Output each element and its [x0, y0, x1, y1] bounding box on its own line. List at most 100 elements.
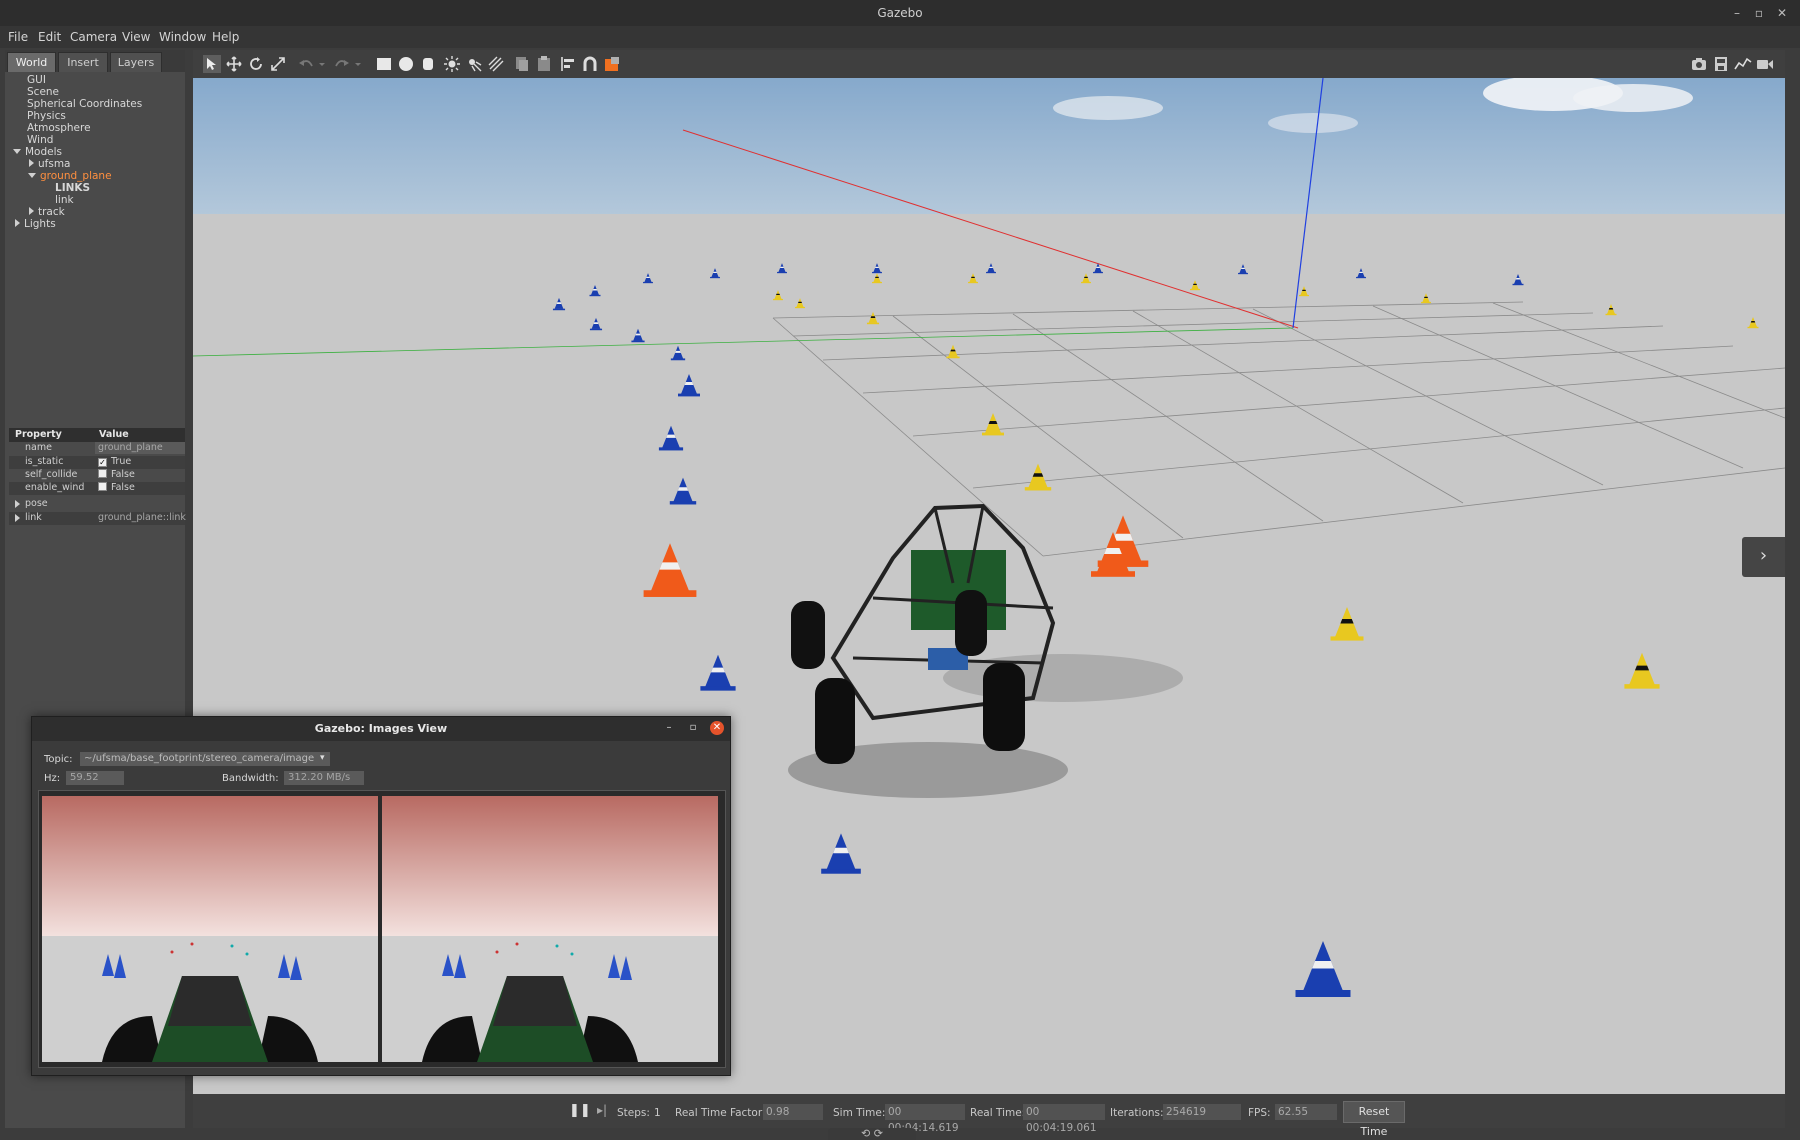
blue-cone — [700, 654, 736, 691]
collapse-arrow-icon[interactable] — [29, 159, 34, 167]
property-row-pose[interactable]: pose — [9, 498, 185, 511]
reset-time-button[interactable]: Reset Time — [1343, 1101, 1405, 1138]
tree-item-track[interactable]: track — [29, 206, 65, 218]
change-view-icon[interactable] — [603, 55, 621, 73]
blue-cone — [821, 833, 861, 874]
tree-item-gui[interactable]: GUI — [27, 74, 46, 86]
blue-cone — [678, 374, 700, 397]
tree-item-scene[interactable]: Scene — [27, 86, 59, 98]
blue-cone — [986, 263, 996, 274]
property-key: enable_wind — [25, 482, 85, 493]
cloud — [1053, 96, 1163, 120]
minimize-button[interactable]: – — [1728, 4, 1746, 22]
images-view-close-button[interactable]: ✕ — [710, 721, 724, 735]
tree-label: track — [38, 206, 65, 218]
redo-icon[interactable] — [333, 55, 351, 73]
expand-arrow-icon[interactable] — [28, 173, 36, 178]
property-row-link[interactable]: link ground_plane::link — [9, 512, 186, 525]
point-light-icon[interactable] — [443, 55, 461, 73]
checkbox-unchecked[interactable] — [98, 482, 107, 491]
tree-item-physics[interactable]: Physics — [27, 110, 66, 122]
chevron-down-icon[interactable]: ▾ — [320, 753, 325, 763]
undo-history-icon[interactable] — [317, 55, 327, 73]
yellow-cone — [1024, 463, 1052, 491]
tab-world[interactable]: World — [7, 52, 56, 72]
blue-cone — [670, 345, 686, 361]
select-mode-icon[interactable] — [203, 55, 221, 73]
translate-mode-icon[interactable] — [225, 55, 243, 73]
checkbox-checked[interactable]: ✓ — [98, 458, 107, 467]
scale-mode-icon[interactable] — [269, 55, 287, 73]
tree-item-wind[interactable]: Wind — [27, 134, 53, 146]
snap-icon[interactable] — [581, 55, 599, 73]
cylinder-icon[interactable] — [419, 55, 437, 73]
property-key: is_static — [25, 456, 64, 467]
copy-icon[interactable] — [513, 55, 531, 73]
maximize-button[interactable]: ▫ — [1750, 4, 1768, 22]
checkbox-unchecked[interactable] — [98, 469, 107, 478]
checkbox-label: False — [111, 482, 135, 493]
box-icon[interactable] — [375, 55, 393, 73]
sphere-icon[interactable] — [397, 55, 415, 73]
close-button[interactable]: ✕ — [1773, 4, 1791, 22]
blue-cone — [777, 263, 787, 274]
record-video-icon[interactable] — [1756, 55, 1774, 73]
collapse-arrow-icon[interactable] — [15, 219, 20, 227]
redo-history-icon[interactable] — [353, 55, 363, 73]
tree-item-models[interactable]: Models — [13, 146, 62, 158]
collapse-arrow-icon[interactable] — [29, 207, 34, 215]
tree-item-spherical-coordinates[interactable]: Spherical Coordinates — [27, 98, 142, 110]
right-panel-expander[interactable]: › — [1742, 537, 1785, 577]
tab-layers[interactable]: Layers — [110, 52, 162, 72]
property-value: ✓ True — [95, 456, 185, 468]
directional-light-icon[interactable] — [487, 55, 505, 73]
title-bar: Gazebo – ▫ ✕ — [0, 0, 1800, 26]
yellow-cone — [1421, 293, 1431, 304]
tree-item-link[interactable]: link — [55, 194, 74, 206]
menu-view[interactable]: View — [122, 30, 150, 44]
orange-cone — [643, 543, 697, 597]
y-axis-line — [193, 327, 1294, 357]
menu-window[interactable]: Window — [159, 30, 206, 44]
align-icon[interactable] — [559, 55, 577, 73]
tab-insert[interactable]: Insert — [58, 52, 108, 72]
images-view-maximize-button[interactable]: ▫ — [686, 721, 700, 735]
collapse-arrow-icon[interactable] — [15, 514, 20, 522]
images-view-minimize-button[interactable]: – — [662, 721, 676, 735]
tree-item-ground-plane[interactable]: ground_plane — [28, 170, 112, 182]
menu-help[interactable]: Help — [212, 30, 239, 44]
collapse-arrow-icon[interactable] — [15, 500, 20, 508]
menu-file[interactable]: File — [8, 30, 28, 44]
undo-icon[interactable] — [297, 55, 315, 73]
screenshot-icon[interactable] — [1690, 55, 1708, 73]
view-rotate-controls[interactable]: ⟲ ⟳ — [828, 1128, 916, 1140]
steps-value[interactable]: 1 — [654, 1107, 661, 1119]
yellow-cone — [1299, 286, 1309, 297]
pause-icon[interactable]: ❚❚ — [569, 1103, 591, 1118]
step-icon[interactable]: ▸| — [597, 1103, 607, 1117]
cloud — [1268, 113, 1358, 133]
yellow-cone — [968, 273, 978, 284]
checkbox-label: False — [111, 469, 135, 480]
blue-cone — [1512, 274, 1524, 286]
blue-cone — [669, 477, 697, 505]
property-value-field[interactable]: ground_plane — [95, 442, 185, 454]
log-icon[interactable] — [1712, 55, 1730, 73]
tree-item-atmosphere[interactable]: Atmosphere — [27, 122, 91, 134]
tree-item-ufsma[interactable]: ufsma — [29, 158, 70, 170]
hz-value: 59.52 — [66, 771, 124, 785]
images-view-titlebar[interactable]: Gazebo: Images View – ▫ ✕ — [32, 717, 730, 741]
rotate-mode-icon[interactable] — [247, 55, 265, 73]
paste-icon[interactable] — [535, 55, 553, 73]
plot-icon[interactable] — [1734, 55, 1752, 73]
spot-light-icon[interactable] — [465, 55, 483, 73]
property-key: self_collide — [25, 469, 78, 480]
sim-time-value: 00 00:04:14.619 — [885, 1104, 965, 1134]
panel-tabs: World Insert Layers — [5, 50, 185, 72]
topic-select[interactable]: ~/ufsma/base_footprint/stereo_camera/ima… — [80, 752, 330, 766]
tree-item-lights[interactable]: Lights — [15, 218, 56, 230]
expand-arrow-icon[interactable] — [13, 149, 21, 154]
distant-cones — [552, 263, 1759, 361]
menu-edit[interactable]: Edit — [38, 30, 61, 44]
menu-camera[interactable]: Camera — [70, 30, 117, 44]
